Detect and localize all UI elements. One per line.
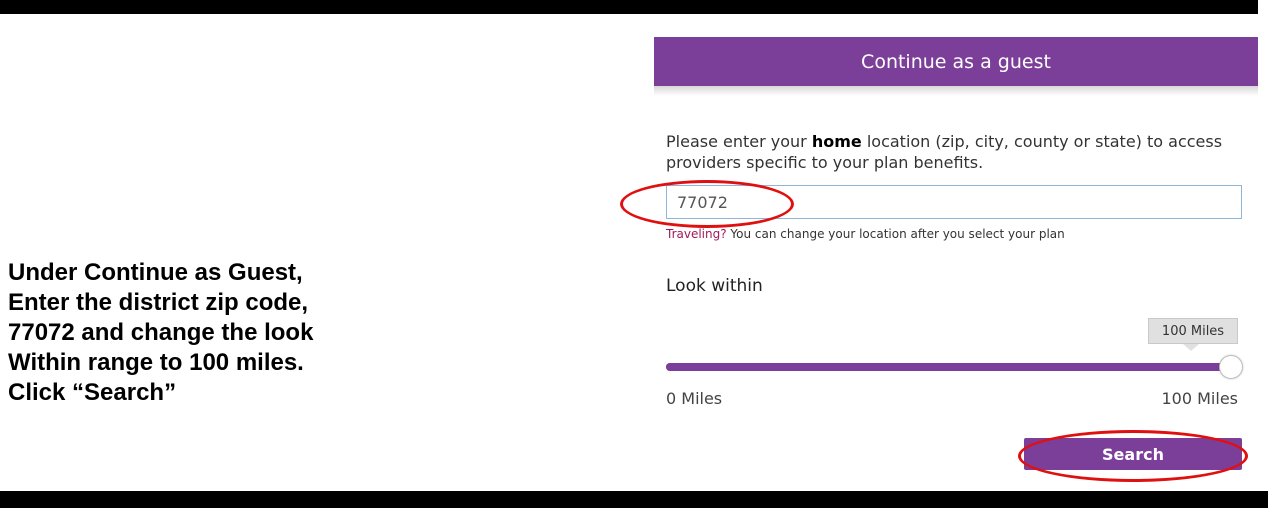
traveling-link[interactable]: Traveling? xyxy=(666,227,727,241)
instruction-line: Under Continue as Guest, xyxy=(8,259,303,286)
instruction-line: Click “Search” xyxy=(8,379,177,406)
top-border-bar xyxy=(0,0,1258,14)
prompt-emphasis: home xyxy=(811,132,862,151)
instruction-line: Within range to 100 miles. xyxy=(8,349,304,376)
location-prompt: Please enter your home location (zip, ci… xyxy=(666,131,1246,173)
guest-panel-header: Continue as a guest xyxy=(654,37,1258,86)
range-value-tooltip: 100 Miles xyxy=(1148,318,1238,344)
range-slider-fill xyxy=(666,363,1232,371)
search-button[interactable]: Search xyxy=(1024,438,1242,470)
range-slider-handle[interactable] xyxy=(1219,355,1243,379)
range-max-label: 100 Miles xyxy=(1161,389,1239,408)
header-shadow xyxy=(654,86,1258,96)
prompt-text: Please enter your xyxy=(666,132,812,151)
instruction-line: 77072 and change the look xyxy=(8,319,314,346)
instruction-text: Under Continue as Guest, Enter the distr… xyxy=(8,258,428,408)
location-input[interactable] xyxy=(666,185,1242,219)
range-slider-track[interactable] xyxy=(666,363,1232,371)
range-min-label: 0 Miles xyxy=(666,389,723,408)
traveling-note: Traveling? You can change your location … xyxy=(666,227,1065,241)
look-within-label: Look within xyxy=(666,276,763,296)
instruction-line: Enter the district zip code, xyxy=(8,289,309,316)
traveling-note-text: You can change your location after you s… xyxy=(726,227,1065,241)
guest-panel-title: Continue as a guest xyxy=(861,50,1051,73)
tooltip-arrow xyxy=(1183,344,1199,351)
bottom-border-bar xyxy=(0,491,1268,508)
